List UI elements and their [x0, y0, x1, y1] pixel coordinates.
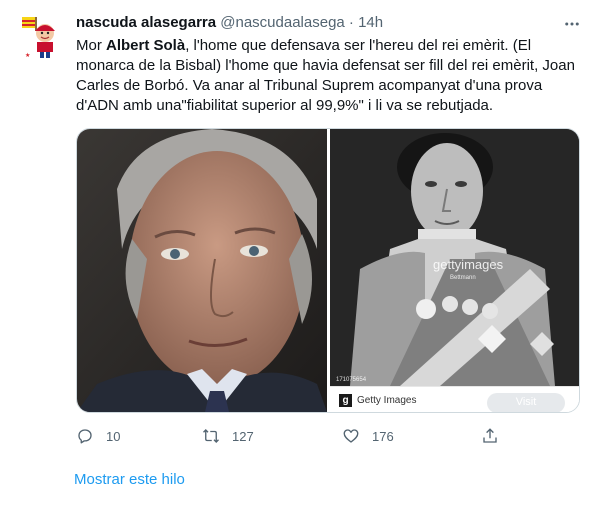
more-horizontal-icon — [565, 22, 579, 26]
portrait-photo — [77, 129, 327, 412]
avatar[interactable]: ★ — [19, 13, 67, 61]
svg-text:★: ★ — [25, 52, 30, 59]
visit-button[interactable]: Visit — [487, 393, 565, 412]
watermark-sub: Bettmann — [450, 275, 476, 281]
media-photo-left[interactable] — [77, 129, 327, 412]
reply-count: 10 — [106, 428, 121, 444]
share-icon — [483, 428, 497, 443]
image-id: 171075654 — [336, 377, 367, 383]
tweet-text: Mor Albert Solà, l'home que defensava se… — [76, 36, 576, 116]
heart-icon — [343, 429, 359, 443]
timestamp[interactable]: 14h — [358, 14, 383, 31]
tweet-header: nascuda alasegarra @nascudaalasega · 14h — [76, 13, 383, 33]
show-thread-link[interactable]: Mostrar este hilo — [74, 471, 185, 488]
retweet-icon — [203, 429, 219, 443]
user-handle[interactable]: @nascudaalasega — [220, 14, 344, 31]
avatar-image: ★ — [19, 13, 67, 61]
mentioned-name: Albert Solà — [106, 37, 186, 54]
getty-logo-icon: g — [339, 393, 352, 407]
media-photo-right[interactable]: gettyimages Bettmann 171075654 g Getty I… — [330, 129, 579, 412]
reply-icon — [78, 429, 92, 444]
tweet[interactable]: ★ nascuda alasegarra @nascudaalasega · 1… — [0, 0, 600, 507]
more-options-button[interactable] — [560, 12, 584, 36]
reply-button[interactable]: 10 — [76, 424, 120, 448]
tweet-actions: 10 127 176 — [76, 424, 576, 448]
tweet-text-before: Mor — [76, 37, 106, 54]
tweet-media[interactable]: gettyimages Bettmann 171075654 g Getty I… — [76, 128, 580, 413]
getty-label: Getty Images — [357, 394, 417, 406]
display-name[interactable]: nascuda alasegarra — [76, 14, 216, 31]
archive-photo: gettyimages Bettmann 171075654 — [330, 129, 579, 386]
watermark: gettyimages — [433, 257, 504, 272]
like-button[interactable]: 176 — [342, 424, 394, 448]
retweet-button[interactable]: 127 — [202, 424, 254, 448]
like-count: 176 — [372, 428, 394, 444]
separator: · — [348, 14, 354, 31]
retweet-count: 127 — [232, 428, 254, 444]
share-button[interactable] — [481, 424, 499, 448]
